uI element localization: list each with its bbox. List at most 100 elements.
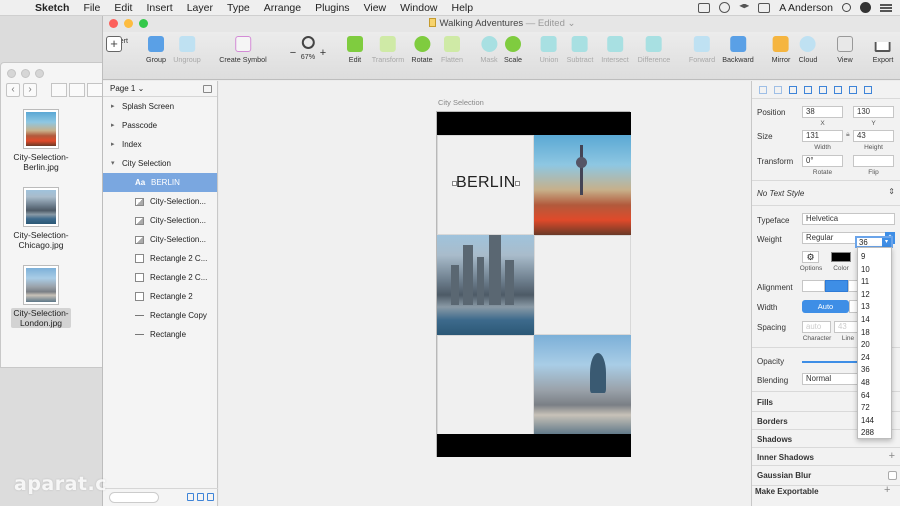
top-bar-rectangle[interactable] [437, 112, 631, 135]
layer-row[interactable]: Rectangle 2 C... [103, 249, 217, 268]
canvas[interactable]: City Selection BERLIN [219, 81, 751, 506]
group-button[interactable]: Group [146, 36, 166, 64]
transform-button[interactable]: Transform [372, 36, 404, 64]
layer-row[interactable]: Aa BERLIN [103, 173, 217, 192]
layer-row[interactable]: City-Selection... [103, 192, 217, 211]
intersect-button[interactable]: Intersect [601, 36, 629, 64]
flip-buttons[interactable] [853, 155, 894, 167]
menu-type[interactable]: Type [220, 2, 257, 14]
edit-button[interactable]: Edit [347, 36, 363, 64]
back-arrow-icon[interactable]: ‹ [6, 83, 20, 97]
close-button[interactable] [109, 19, 118, 28]
zoom-button[interactable] [139, 19, 148, 28]
font-size-option[interactable]: 10 [858, 264, 891, 277]
time-machine-icon[interactable] [719, 2, 731, 13]
zoom-in-button[interactable]: + [320, 47, 326, 59]
mirror-button[interactable]: Mirror [772, 36, 790, 64]
menu-edit[interactable]: Edit [107, 2, 139, 14]
font-size-option[interactable]: 24 [858, 352, 891, 365]
subtract-button[interactable]: Subtract [567, 36, 593, 64]
file-item-berlin[interactable]: City-Selection- Berlin.jpg [5, 109, 77, 172]
chevron-down-icon[interactable]: ▾ [882, 238, 891, 247]
x-position-field[interactable]: 38 [802, 106, 843, 118]
forward-button[interactable]: Forward [689, 36, 715, 64]
font-size-option[interactable]: 14 [858, 314, 891, 327]
menu-window[interactable]: Window [393, 2, 444, 14]
cloud-button[interactable]: Cloud [799, 36, 817, 64]
fills-section[interactable]: Fills [757, 398, 773, 407]
disclosure-closed-icon[interactable]: ▸ [111, 135, 115, 154]
font-size-option[interactable]: 64 [858, 390, 891, 403]
align-right-icon[interactable] [819, 85, 827, 94]
width-auto-button[interactable]: Auto [802, 300, 849, 313]
file-item-london[interactable]: City-Selection- London.jpg [5, 265, 77, 328]
layer-row[interactable]: Rectangle [103, 325, 217, 344]
layer-search-input[interactable] [109, 492, 159, 503]
spotlight-search-icon[interactable] [842, 3, 851, 12]
lock-ratio-icon[interactable]: 🔒︎ [846, 131, 850, 139]
menu-view[interactable]: View [357, 2, 394, 14]
icon-view-icon[interactable] [51, 83, 67, 97]
align-middle-icon[interactable] [849, 85, 857, 94]
dropbox-icon[interactable] [739, 3, 750, 9]
y-position-field[interactable]: 130 [853, 106, 894, 118]
disclosure-open-icon[interactable]: ▾ [111, 154, 115, 173]
layer-row[interactable]: Rectangle 2 [103, 287, 217, 306]
up-down-chevron-icon[interactable]: ⇕ [888, 187, 895, 196]
distribute-vertical-icon[interactable] [774, 85, 782, 94]
brush-icon[interactable] [197, 493, 204, 501]
difference-button[interactable]: Difference [638, 36, 670, 64]
chicago-rectangle[interactable] [534, 235, 631, 335]
align-center-icon[interactable] [804, 85, 812, 94]
add-page-icon[interactable] [203, 85, 212, 93]
page-selector[interactable]: Page 1 ⌄ [103, 81, 217, 97]
zoom-out-button[interactable]: − [290, 47, 296, 59]
font-size-option[interactable]: 72 [858, 402, 891, 415]
font-size-option[interactable]: 36 [858, 364, 891, 377]
font-size-option[interactable]: 11 [858, 276, 891, 289]
gaussian-blur-checkbox[interactable] [888, 471, 897, 480]
disclosure-closed-icon[interactable]: ▸ [111, 97, 115, 116]
flatten-button[interactable]: Flatten [441, 36, 463, 64]
gaussian-blur-section[interactable]: Gaussian Blur [757, 471, 811, 480]
forward-arrow-icon[interactable]: › [23, 83, 37, 97]
character-spacing-field[interactable]: auto [802, 321, 831, 333]
menu-app-sketch[interactable]: Sketch [28, 2, 76, 14]
blending-select[interactable]: Normal [802, 373, 860, 385]
text-style-selector[interactable]: No Text Style [757, 189, 804, 198]
display-icon[interactable] [758, 2, 771, 13]
berlin-rectangle[interactable]: BERLIN [437, 135, 534, 235]
view-button[interactable]: View [837, 36, 853, 64]
scale-button[interactable]: Scale [504, 36, 522, 64]
notification-center-icon[interactable] [880, 3, 892, 12]
siri-icon[interactable] [860, 2, 871, 13]
photo-booth-icon[interactable] [698, 2, 711, 13]
text-align-left-button[interactable] [802, 280, 825, 292]
text-align-center-button[interactable] [825, 280, 848, 292]
chicago-image[interactable] [437, 235, 534, 335]
typeface-field[interactable]: Helvetica [802, 213, 895, 225]
font-size-option[interactable]: 144 [858, 415, 891, 428]
london-rectangle[interactable] [437, 335, 534, 435]
menu-insert[interactable]: Insert [139, 2, 179, 14]
layer-row[interactable]: City-Selection... [103, 230, 217, 249]
make-exportable-button[interactable]: Make Exportable [755, 487, 819, 496]
font-size-option[interactable]: 9 [858, 251, 891, 264]
finder-close-button[interactable] [7, 69, 16, 78]
backward-button[interactable]: Backward [722, 36, 754, 64]
menu-plugins[interactable]: Plugins [308, 2, 356, 14]
settings-icon[interactable] [207, 493, 214, 501]
chevron-down-icon[interactable]: ⌄ [568, 18, 576, 29]
menu-arrange[interactable]: Arrange [257, 2, 308, 14]
berlin-image[interactable] [534, 135, 631, 235]
opacity-slider[interactable] [802, 361, 860, 363]
layer-row[interactable]: City-Selection... [103, 211, 217, 230]
add-export-icon[interactable]: + [884, 484, 890, 496]
rotate-field[interactable]: 0° [802, 155, 843, 167]
add-inner-shadow-icon[interactable]: + [889, 450, 895, 462]
menu-help[interactable]: Help [445, 2, 481, 14]
disclosure-closed-icon[interactable]: ▸ [111, 116, 115, 135]
menu-layer[interactable]: Layer [180, 2, 220, 14]
distribute-horizontal-icon[interactable] [759, 85, 767, 94]
column-view-icon[interactable] [87, 83, 103, 97]
